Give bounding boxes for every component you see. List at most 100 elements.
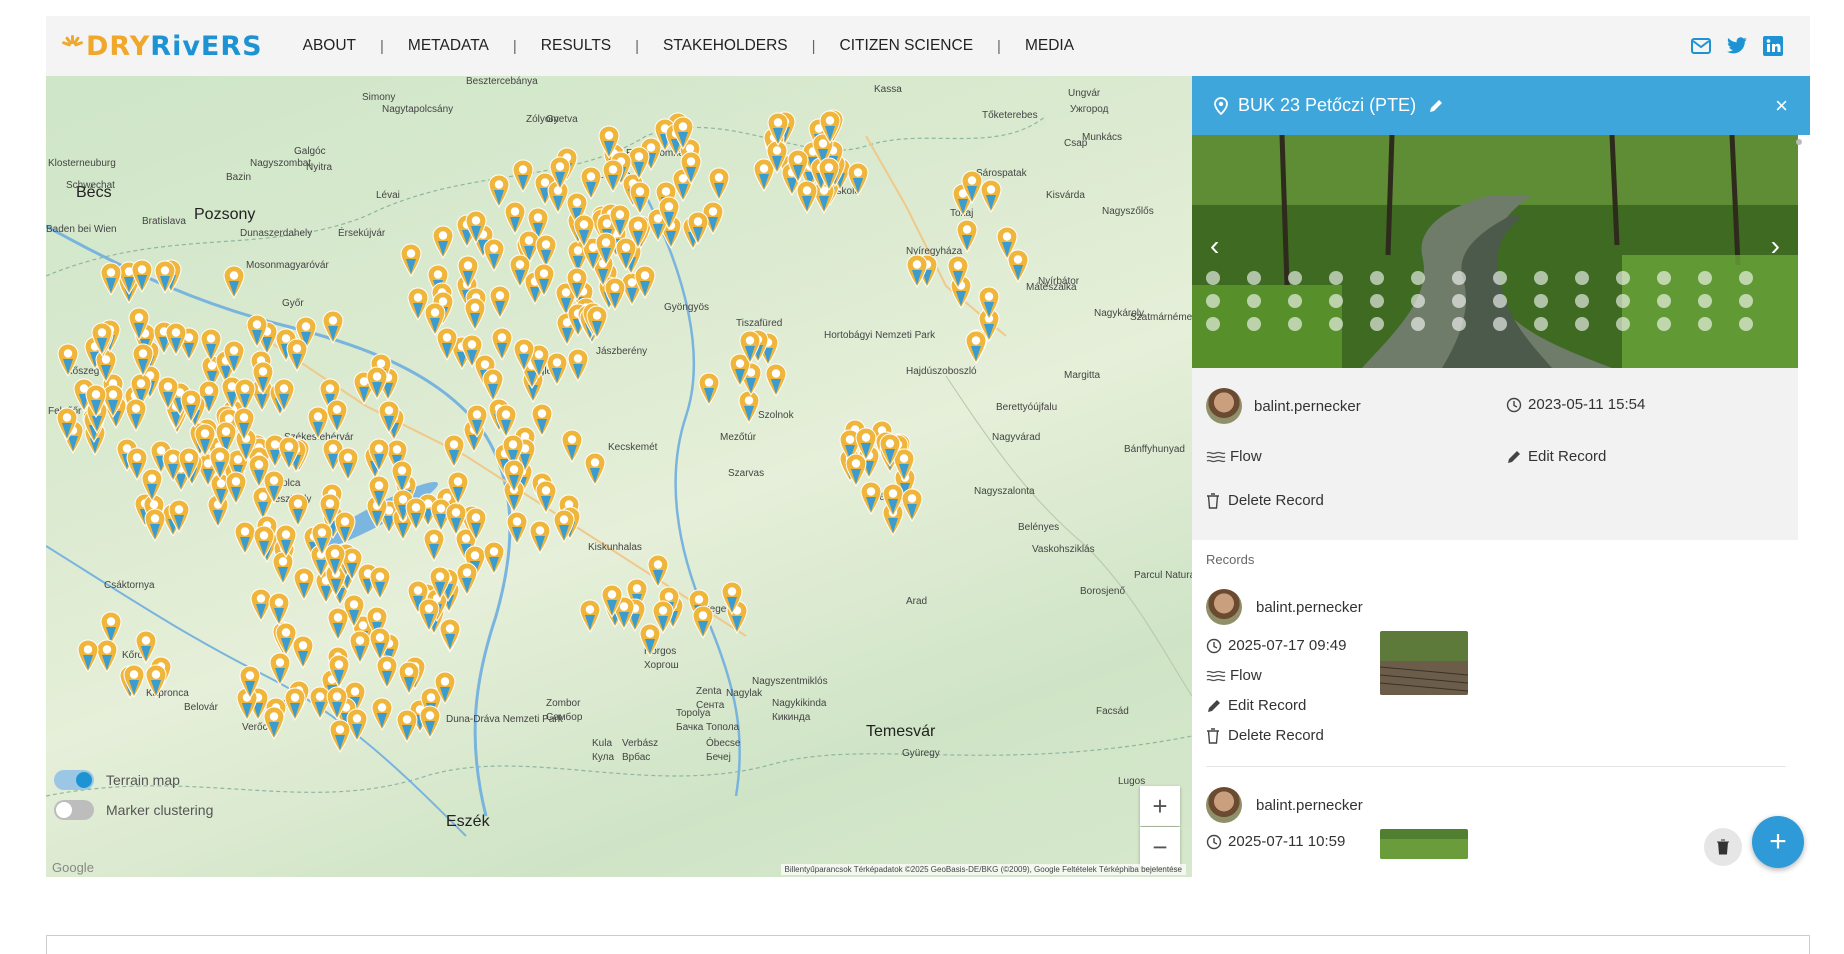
marker-clustering-toggle[interactable] bbox=[54, 800, 94, 820]
station-marker[interactable] bbox=[168, 499, 190, 533]
station-marker[interactable] bbox=[132, 343, 154, 377]
station-marker[interactable] bbox=[100, 262, 122, 296]
carousel-dot[interactable] bbox=[1493, 294, 1507, 308]
station-marker[interactable] bbox=[980, 179, 1002, 214]
station-marker[interactable] bbox=[512, 159, 534, 194]
station-marker[interactable] bbox=[698, 372, 720, 406]
nav-about[interactable]: ABOUT bbox=[303, 37, 356, 55]
station-marker[interactable] bbox=[482, 368, 504, 402]
station-marker[interactable] bbox=[531, 403, 553, 438]
carousel-dot[interactable] bbox=[1657, 294, 1671, 308]
station-marker[interactable] bbox=[457, 255, 479, 290]
station-marker[interactable] bbox=[273, 378, 295, 412]
carousel-dot[interactable] bbox=[1698, 294, 1712, 308]
station-marker[interactable] bbox=[180, 389, 202, 423]
carousel-dot[interactable] bbox=[1493, 271, 1507, 285]
carousel-prev-button[interactable]: ‹ bbox=[1210, 230, 1219, 262]
station-marker[interactable] bbox=[56, 407, 78, 442]
carousel-dot[interactable] bbox=[1616, 271, 1630, 285]
station-marker[interactable] bbox=[396, 709, 418, 743]
station-marker[interactable] bbox=[461, 334, 483, 369]
station-marker[interactable] bbox=[329, 719, 351, 754]
panel-scrollbar[interactable] bbox=[1796, 139, 1802, 145]
station-marker[interactable] bbox=[739, 330, 761, 365]
carousel-dot[interactable] bbox=[1452, 271, 1466, 285]
station-marker[interactable] bbox=[263, 706, 285, 740]
station-marker[interactable] bbox=[495, 404, 517, 438]
station-marker[interactable] bbox=[269, 652, 291, 686]
carousel-dot[interactable] bbox=[1247, 317, 1261, 331]
delete-record-button[interactable]: Delete Record bbox=[1206, 727, 1324, 744]
station-marker[interactable] bbox=[672, 116, 694, 151]
station-marker[interactable] bbox=[223, 340, 245, 374]
station-marker[interactable] bbox=[879, 433, 901, 467]
twitter-icon[interactable] bbox=[1726, 35, 1748, 57]
station-marker[interactable] bbox=[239, 665, 261, 699]
station-marker[interactable] bbox=[819, 110, 841, 144]
station-marker[interactable] bbox=[419, 705, 441, 739]
station-marker[interactable] bbox=[767, 112, 789, 147]
carousel-dot[interactable] bbox=[1411, 294, 1425, 308]
carousel-dot[interactable] bbox=[1329, 294, 1343, 308]
station-marker[interactable] bbox=[57, 343, 79, 377]
station-marker[interactable] bbox=[131, 259, 153, 294]
station-marker[interactable] bbox=[466, 404, 488, 439]
carousel-dot[interactable] bbox=[1329, 317, 1343, 331]
station-marker[interactable] bbox=[268, 592, 290, 627]
station-marker[interactable] bbox=[447, 471, 469, 506]
station-marker[interactable] bbox=[307, 406, 329, 440]
station-marker[interactable] bbox=[483, 541, 505, 576]
station-marker[interactable] bbox=[483, 238, 505, 272]
edit-station-pencil-icon[interactable] bbox=[1428, 98, 1444, 114]
carousel-dot[interactable] bbox=[1288, 294, 1302, 308]
mail-icon[interactable] bbox=[1690, 35, 1712, 57]
station-marker[interactable] bbox=[337, 447, 359, 481]
carousel-dot[interactable] bbox=[1370, 271, 1384, 285]
station-marker[interactable] bbox=[978, 286, 1000, 321]
record-thumbnail[interactable] bbox=[1380, 631, 1468, 695]
station-marker[interactable] bbox=[615, 237, 637, 272]
carousel-dot[interactable] bbox=[1206, 317, 1220, 331]
station-marker[interactable] bbox=[436, 327, 458, 362]
station-marker[interactable] bbox=[233, 407, 255, 442]
station-marker[interactable] bbox=[209, 446, 231, 481]
station-marker[interactable] bbox=[429, 566, 451, 600]
carousel-dot[interactable] bbox=[1575, 294, 1589, 308]
carousel-dot[interactable] bbox=[1534, 317, 1548, 331]
station-marker[interactable] bbox=[278, 436, 300, 470]
station-marker[interactable] bbox=[263, 470, 285, 504]
carousel-dot[interactable] bbox=[1329, 271, 1343, 285]
station-marker[interactable] bbox=[327, 607, 349, 642]
station-marker[interactable] bbox=[368, 475, 390, 510]
station-marker[interactable] bbox=[200, 328, 222, 363]
station-marker[interactable] bbox=[405, 497, 427, 532]
station-marker[interactable] bbox=[947, 255, 969, 290]
carousel-dot[interactable] bbox=[1370, 317, 1384, 331]
station-marker[interactable] bbox=[488, 174, 510, 208]
station-marker[interactable] bbox=[652, 600, 674, 635]
station-marker[interactable] bbox=[573, 214, 595, 249]
station-marker[interactable] bbox=[464, 297, 486, 332]
station-marker[interactable] bbox=[584, 452, 606, 486]
list-item[interactable]: balint.pernecker 2025-07-11 10:59 bbox=[1206, 767, 1786, 867]
nav-stakeholders[interactable]: STAKEHOLDERS bbox=[663, 37, 788, 55]
station-marker[interactable] bbox=[423, 528, 445, 562]
station-marker[interactable] bbox=[157, 376, 179, 410]
station-marker[interactable] bbox=[326, 399, 348, 434]
station-marker[interactable] bbox=[292, 635, 314, 669]
edit-record-button[interactable]: Edit Record bbox=[1206, 697, 1306, 714]
station-marker[interactable] bbox=[561, 429, 583, 463]
carousel-dot[interactable] bbox=[1493, 317, 1507, 331]
station-marker[interactable] bbox=[503, 459, 525, 493]
station-marker[interactable] bbox=[566, 267, 588, 302]
station-marker[interactable] bbox=[135, 630, 157, 664]
carousel-dot[interactable] bbox=[1575, 271, 1589, 285]
station-marker[interactable] bbox=[445, 502, 467, 536]
carousel-dot[interactable] bbox=[1739, 294, 1753, 308]
station-marker[interactable] bbox=[253, 525, 275, 560]
carousel-dot[interactable] bbox=[1452, 317, 1466, 331]
carousel-dot[interactable] bbox=[1206, 271, 1220, 285]
station-marker[interactable] bbox=[489, 285, 511, 319]
station-marker[interactable] bbox=[721, 581, 743, 616]
zoom-out-button[interactable]: − bbox=[1140, 827, 1180, 867]
